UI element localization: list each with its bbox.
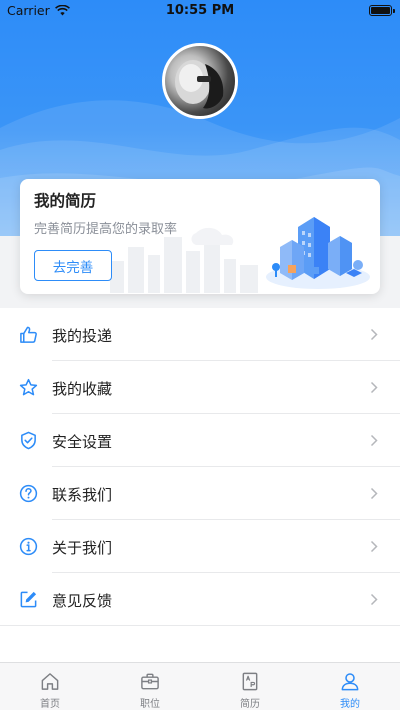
chevron-right-icon — [370, 434, 378, 447]
star-icon — [19, 378, 38, 396]
menu-item-label: 安全设置 — [52, 433, 113, 451]
tab-bar: 首页 职位 简历 我的 — [0, 662, 400, 710]
buildings-illustration — [266, 217, 370, 289]
question-circle-icon — [19, 484, 38, 503]
thumbs-up-icon — [20, 326, 37, 343]
profile-menu: 我的投递 我的收藏 安全设置 联系我们 关于我们 意见反馈 — [0, 308, 400, 626]
tab-jobs[interactable]: 职位 — [100, 663, 200, 710]
avatar[interactable] — [162, 43, 238, 119]
chevron-right-icon — [370, 540, 378, 553]
edit-icon — [20, 591, 37, 608]
home-icon — [41, 673, 59, 690]
tab-resume[interactable]: 简历 — [200, 663, 300, 710]
menu-item-label: 我的收藏 — [52, 380, 113, 398]
tab-label: 我的 — [340, 699, 360, 710]
menu-item-my-applications[interactable]: 我的投递 — [0, 308, 400, 361]
menu-item-feedback[interactable]: 意见反馈 — [0, 573, 400, 626]
tab-mine[interactable]: 我的 — [300, 663, 400, 710]
chevron-right-icon — [370, 593, 378, 606]
carrier-label: Carrier — [7, 2, 50, 18]
resume-subtitle: 完善简历提高您的录取率 — [34, 222, 178, 237]
person-icon — [341, 673, 359, 691]
tab-label: 首页 — [40, 699, 60, 710]
chevron-right-icon — [370, 328, 378, 341]
status-bar: Carrier 10:55 PM — [0, 0, 400, 20]
chevron-right-icon — [370, 381, 378, 394]
divider — [0, 625, 400, 626]
wifi-icon — [54, 4, 70, 15]
menu-item-label: 意见反馈 — [52, 592, 113, 610]
menu-item-my-favorites[interactable]: 我的收藏 — [0, 361, 400, 414]
complete-resume-button[interactable]: 去完善 — [34, 250, 112, 281]
briefcase-icon — [141, 673, 159, 690]
battery-icon — [369, 4, 395, 16]
menu-item-contact-us[interactable]: 联系我们 — [0, 467, 400, 520]
resume-title: 我的简历 — [34, 192, 97, 210]
tab-label: 简历 — [240, 699, 260, 710]
menu-item-label: 我的投递 — [52, 327, 113, 345]
avatar-photo — [175, 60, 224, 109]
menu-item-label: 联系我们 — [52, 486, 113, 504]
menu-item-about-us[interactable]: 关于我们 — [0, 520, 400, 573]
resume-icon — [242, 672, 258, 691]
shield-check-icon — [21, 431, 36, 450]
info-circle-icon — [19, 537, 38, 556]
menu-item-security-settings[interactable]: 安全设置 — [0, 414, 400, 467]
battery-level — [371, 6, 390, 14]
tab-home[interactable]: 首页 — [0, 663, 100, 710]
tab-label: 职位 — [140, 699, 160, 710]
resume-card[interactable]: 我的简历 完善简历提高您的录取率 去完善 — [20, 179, 380, 294]
menu-item-label: 关于我们 — [52, 539, 113, 557]
chevron-right-icon — [370, 487, 378, 500]
